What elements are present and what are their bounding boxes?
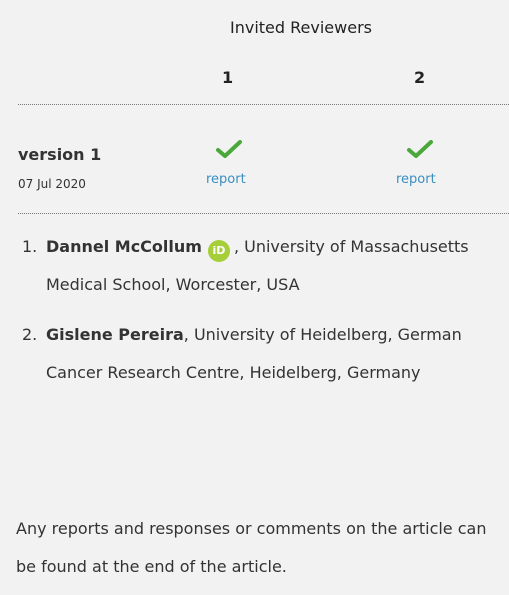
reports-footer-note: Any reports and responses or comments on…	[16, 519, 487, 576]
reviewer-index: 1.	[22, 237, 38, 256]
reviewer-list: 1. Dannel McCollum iD, University of Mass…	[0, 228, 509, 404]
orcid-icon[interactable]: iD	[207, 240, 230, 262]
check-icon	[216, 140, 242, 158]
reviewer-name[interactable]: Gislene Pereira	[46, 325, 184, 344]
report-link-reviewer-2[interactable]: report	[396, 172, 436, 187]
reviewer-number-2: 2	[414, 68, 426, 87]
version-label: version 1	[18, 145, 102, 164]
report-link-reviewer-1[interactable]: report	[206, 172, 246, 187]
reviewer-item-2: 2. Gislene Pereira, University of Heidel…	[0, 316, 509, 392]
reviewer-number-1: 1	[222, 68, 234, 87]
version-date: 07 Jul 2020	[18, 177, 86, 191]
divider-top	[18, 104, 509, 105]
reviewer-index: 2.	[22, 325, 38, 344]
invited-reviewers-heading: Invited Reviewers	[230, 18, 372, 37]
check-icon	[407, 140, 433, 158]
reviewer-name[interactable]: Dannel McCollum	[46, 237, 202, 256]
reviewer-status-panel: Invited Reviewers 1 2 version 1 07 Jul 2…	[0, 0, 509, 595]
divider-bottom	[18, 213, 509, 214]
reviewer-item-1: 1. Dannel McCollum iD, University of Mass…	[0, 228, 509, 304]
